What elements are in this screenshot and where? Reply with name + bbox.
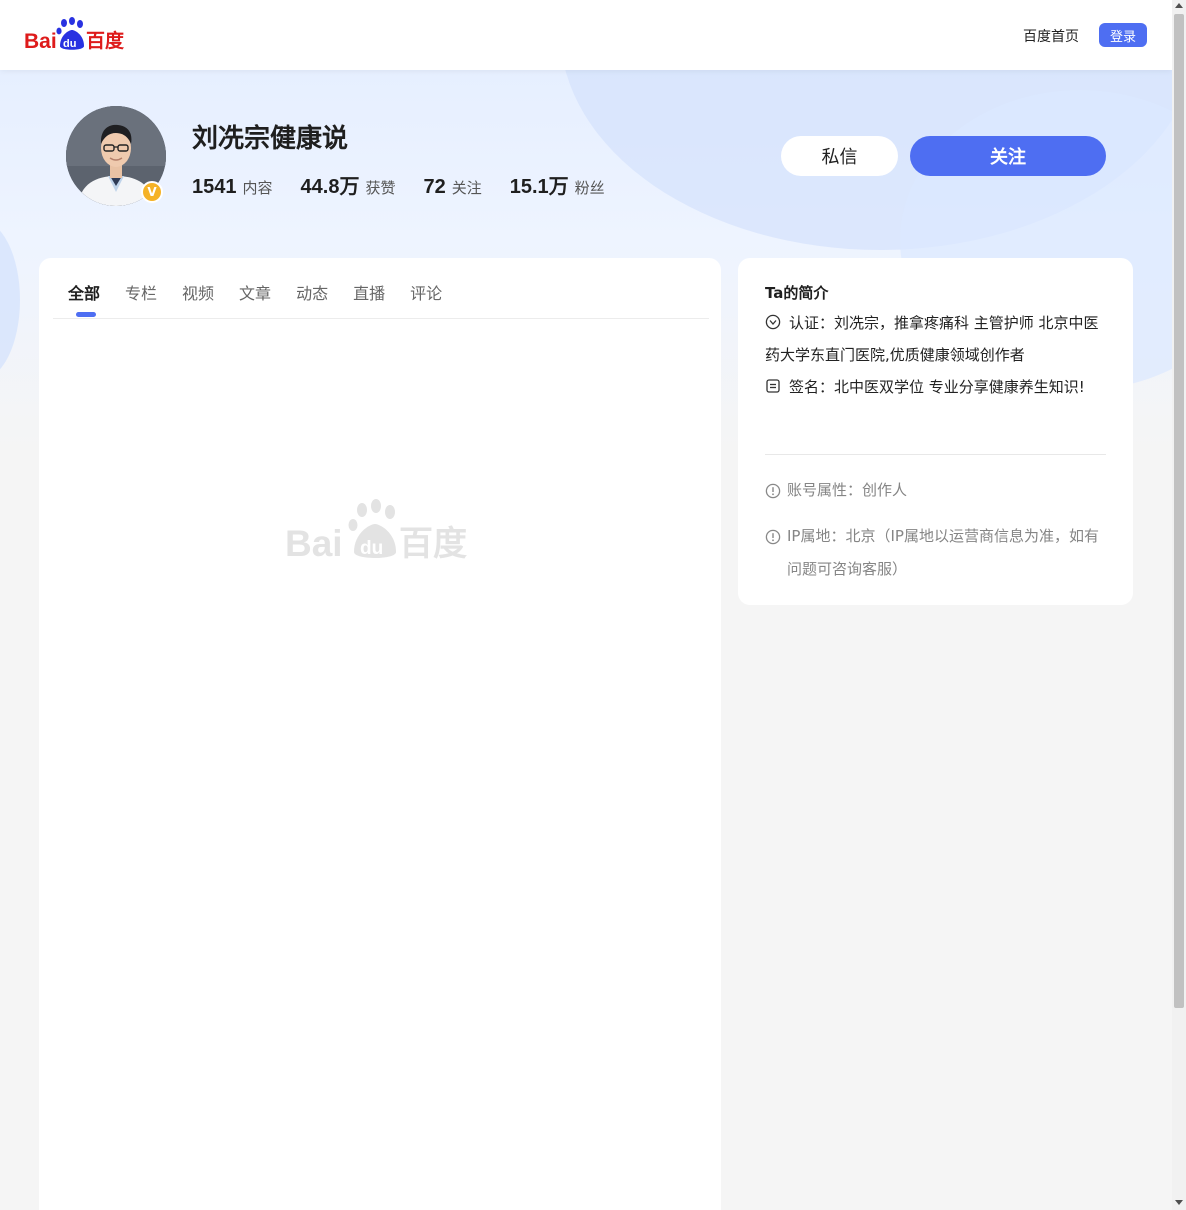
stat-value: 72 — [423, 176, 446, 198]
verified-badge-icon: V — [141, 181, 163, 203]
stat-label: 粉丝 — [574, 179, 605, 197]
placeholder-text-du: du — [360, 538, 383, 559]
top-bar: Bai du 百度 百度首页 登录 — [0, 0, 1172, 70]
tab-all[interactable]: 全部 — [68, 280, 101, 317]
signature-row: 签名：北中医双学位 专业分享健康养生知识! — [765, 371, 1109, 403]
tab-video[interactable]: 视频 — [182, 280, 214, 304]
follow-button[interactable]: 关注 — [910, 136, 1106, 176]
profile-stats: 1541 内容 44.8万 获赞 72 关注 15.1万 粉丝 — [192, 170, 633, 199]
stat-fans[interactable]: 15.1万 粉丝 — [510, 170, 605, 199]
document-icon — [766, 379, 780, 393]
active-tab-indicator — [76, 312, 96, 317]
tab-divider — [53, 318, 709, 319]
verified-check-icon — [765, 314, 781, 330]
stat-likes[interactable]: 44.8万 获赞 — [301, 170, 396, 199]
content-tabs: 全部 专栏 视频 文章 动态 直播 评论 — [68, 280, 467, 317]
tab-label: 全部 — [68, 284, 101, 303]
loading-placeholder-logo: Bai du 百度 — [285, 499, 467, 564]
stat-value: 44.8万 — [300, 176, 360, 198]
tab-label: 专栏 — [125, 284, 158, 303]
baidu-home-link[interactable]: 百度首页 — [1023, 26, 1079, 46]
stat-content[interactable]: 1541 内容 — [192, 176, 273, 199]
certification-row: 认证：刘冼宗，推拿疼痛科 主管护师 北京中医药大学东直门医院,优质健康领域创作者 — [765, 307, 1109, 371]
tab-dynamic[interactable]: 动态 — [296, 280, 328, 304]
info-icon — [765, 483, 781, 499]
placeholder-text-bai: Bai — [285, 523, 343, 564]
stat-value: 1541 — [192, 176, 237, 198]
tab-label: 直播 — [353, 284, 386, 303]
intro-title: Ta的简介 — [765, 284, 829, 302]
stat-value: 15.1万 — [509, 176, 569, 198]
signature-text: 签名：北中医双学位 专业分享健康养生知识! — [789, 378, 1085, 396]
ip-location-text: IP属地：北京（IP属地以运营商信息为准，如有问题可咨询客服） — [787, 527, 1099, 578]
content-feed-card: 全部 专栏 视频 文章 动态 直播 评论 Bai du 百度 — [39, 258, 721, 1210]
tab-label: 视频 — [182, 284, 215, 303]
logo-text-du: du — [63, 38, 76, 50]
login-button[interactable]: 登录 — [1099, 23, 1147, 47]
profile-intro-card: Ta的简介 认证：刘冼宗，推拿疼痛科 主管护师 北京中医药大学东直门医院,优质健… — [738, 258, 1133, 605]
stat-label: 内容 — [242, 179, 273, 197]
baidu-logo[interactable]: Bai du 百度 — [22, 16, 130, 54]
tab-live[interactable]: 直播 — [353, 280, 385, 304]
tab-article[interactable]: 文章 — [239, 280, 271, 304]
intro-divider — [765, 454, 1106, 455]
stat-label: 关注 — [451, 179, 482, 197]
scroll-down-arrow-icon[interactable] — [1175, 1200, 1183, 1205]
logo-text-cn: 百度 — [86, 29, 125, 52]
profile-name: 刘冼宗健康说 — [192, 124, 349, 154]
info-icon — [765, 529, 781, 545]
scroll-thumb[interactable] — [1174, 14, 1184, 1008]
certification-text: 认证：刘冼宗，推拿疼痛科 主管护师 北京中医药大学东直门医院,优质健康领域创作者 — [765, 314, 1099, 364]
logo-text-bai: Bai — [24, 30, 57, 53]
ip-location-row: IP属地：北京（IP属地以运营商信息为准，如有问题可咨询客服） — [765, 520, 1109, 586]
page-scrollbar[interactable] — [1172, 0, 1186, 1210]
page: Bai du 百度 百度首页 登录 V 刘冼宗健康说 1541 内容 44.8万… — [0, 0, 1172, 1210]
tab-column[interactable]: 专栏 — [125, 280, 157, 304]
tab-label: 动态 — [296, 284, 329, 303]
placeholder-text-cn: 百度 — [399, 524, 467, 564]
tab-label: 评论 — [410, 284, 443, 303]
tab-comments[interactable]: 评论 — [410, 280, 442, 304]
account-type-text: 账号属性：创作人 — [787, 481, 908, 499]
private-message-button[interactable]: 私信 — [781, 136, 898, 176]
stat-label: 获赞 — [365, 179, 396, 197]
stat-following[interactable]: 72 关注 — [423, 176, 481, 199]
account-type-row: 账号属性：创作人 — [765, 474, 1109, 507]
scroll-up-arrow-icon[interactable] — [1175, 3, 1183, 8]
tab-label: 文章 — [239, 284, 272, 303]
